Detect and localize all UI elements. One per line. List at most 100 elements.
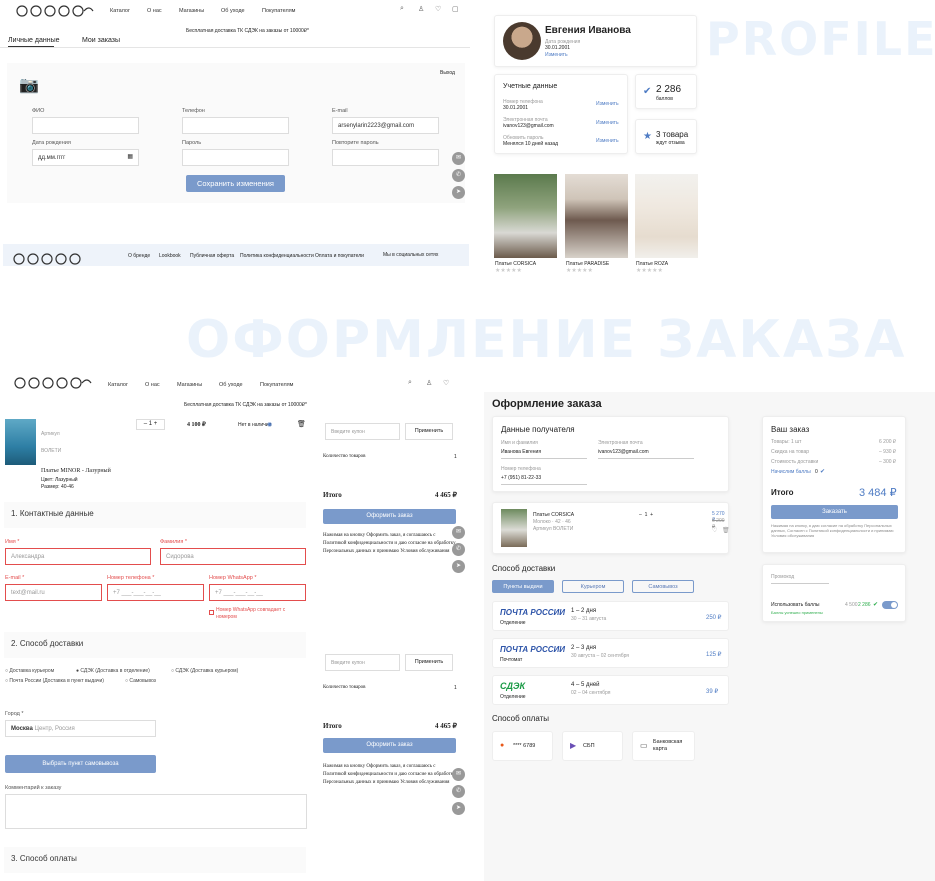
logout-link[interactable]: Выход <box>440 70 455 76</box>
tab-courier[interactable]: Курьером <box>562 580 624 593</box>
search-icon[interactable]: ⌕ <box>408 379 412 387</box>
change-phone-link[interactable]: Изменить <box>596 101 619 107</box>
nav-shops[interactable]: Магазины <box>177 382 202 388</box>
telegram-icon[interactable]: ➤ <box>452 186 465 199</box>
place-order-button[interactable]: Оформить заказ <box>323 738 456 753</box>
delivery-option[interactable]: ○ Самовывоз <box>125 678 156 684</box>
coupon-input[interactable]: Введите купон <box>325 423 400 440</box>
cart-item-name[interactable]: Платье MINOR - Лазурный <box>41 468 111 474</box>
product-image[interactable] <box>635 174 698 258</box>
user-icon[interactable]: ♙ <box>426 379 432 387</box>
rating-stars[interactable]: ★★★★★ <box>566 267 593 274</box>
delivery-option[interactable]: ○ Доставка курьером <box>5 668 54 674</box>
repeat-input[interactable] <box>332 149 439 166</box>
footer-logo[interactable] <box>11 252 91 266</box>
order-button[interactable]: Заказать <box>771 505 898 519</box>
chat-icon[interactable]: ✉ <box>452 768 465 781</box>
reviews-card[interactable]: ★ 3 товара ждут отзыва <box>635 119 697 154</box>
phone-input[interactable] <box>182 117 289 134</box>
heart-icon[interactable]: ♡ <box>712 527 717 534</box>
product-tile[interactable]: Платье ROZA ★★★★★ <box>635 174 698 276</box>
qty-stepper[interactable]: – 1 + <box>639 512 653 518</box>
apply-coupon-button[interactable]: Применить <box>405 423 453 440</box>
city-input[interactable]: Москва Центр, Россия <box>5 720 156 737</box>
rating-stars[interactable]: ★★★★★ <box>636 267 663 274</box>
first-name-input[interactable]: Александра <box>5 548 151 565</box>
whatsapp-same-checkbox[interactable] <box>209 610 214 615</box>
cart-item-image[interactable] <box>5 419 36 465</box>
whatsapp-icon[interactable]: ✆ <box>452 785 465 798</box>
product-image[interactable] <box>494 174 557 258</box>
telegram-icon[interactable]: ➤ <box>452 560 465 573</box>
nav-care[interactable]: Об уходе <box>219 382 243 388</box>
footer-link-offer[interactable]: Публичная оферта <box>190 253 234 259</box>
chat-icon[interactable]: ✉ <box>452 152 465 165</box>
whatsapp-icon[interactable]: ✆ <box>452 543 465 556</box>
password-input[interactable] <box>182 149 289 166</box>
nav-care[interactable]: Об уходе <box>221 8 245 14</box>
birth-input[interactable]: дд.мм.гггг ▦ <box>32 149 139 166</box>
delivery-option[interactable]: ○ Почта России (Доставка в пункт выдачи) <box>5 678 104 684</box>
pay-card[interactable]: ● **** 6789 <box>492 731 553 761</box>
whatsapp-same-label[interactable]: Номер WhatsApp совпадает с номером <box>216 607 302 621</box>
telegram-icon[interactable]: ➤ <box>452 802 465 815</box>
qty-plus-button[interactable]: + <box>650 512 653 518</box>
camera-icon[interactable]: 📷 <box>19 75 39 95</box>
footer-link-lookbook[interactable]: Lookbook <box>159 253 181 259</box>
recipient-name-field[interactable]: Иванова Евгения <box>501 449 587 459</box>
heart-icon[interactable]: ♡ <box>435 5 441 13</box>
product-tile[interactable]: Платье CORSICA ★★★★★ <box>494 174 557 276</box>
user-icon[interactable]: ♙ <box>418 5 424 13</box>
footer-link-privacy[interactable]: Политика конфиденциальности <box>240 253 314 259</box>
recipient-email-field[interactable]: ivanov123@gmail.com <box>598 449 694 459</box>
qty-minus-button[interactable]: – <box>639 512 642 518</box>
footer-link-payment[interactable]: Оплата и покупатели <box>315 253 364 259</box>
whatsapp-input[interactable]: +7 ___-___-__-__ <box>209 584 306 601</box>
tab-orders[interactable]: Мои заказы <box>82 37 120 44</box>
email-input[interactable]: arsenylarin2223@gmail.com <box>332 117 439 134</box>
phone-input[interactable]: +7 ___-___-__-__ <box>107 584 204 601</box>
email-input[interactable]: text@mail.ru <box>5 584 102 601</box>
pay-bank-card[interactable]: ▭ Банковская карта <box>632 731 695 761</box>
brand-logo[interactable] <box>12 376 92 390</box>
points-toggle[interactable] <box>882 601 898 609</box>
save-button[interactable]: Сохранить изменения <box>186 175 285 192</box>
chat-icon[interactable]: ✉ <box>452 526 465 539</box>
recipient-phone-field[interactable]: +7 (951) 81-22-33 <box>501 475 587 485</box>
change-pass-link[interactable]: Изменить <box>596 138 619 144</box>
qty-stepper[interactable]: – 1 + <box>136 419 165 430</box>
nav-about[interactable]: О нас <box>145 382 160 388</box>
tab-pickup-points[interactable]: Пункты выдачи <box>492 580 554 593</box>
nav-about[interactable]: О нас <box>147 8 162 14</box>
fio-input[interactable] <box>32 117 139 134</box>
shipping-option[interactable]: ПОЧТА РОССИИ Почтомат 2 – 3 дня 30 авгус… <box>492 638 729 668</box>
nav-buyers[interactable]: Покупателям <box>260 382 293 388</box>
cart-item-image[interactable] <box>501 509 527 547</box>
bag-icon[interactable]: ▢ <box>452 5 459 13</box>
trash-icon[interactable]: 🗑 <box>297 420 306 428</box>
qty-minus-button[interactable]: – <box>144 421 147 427</box>
avatar[interactable] <box>503 22 541 60</box>
shipping-option[interactable]: ПОЧТА РОССИИ Отделение 1 – 2 дня 30 – 31… <box>492 601 729 631</box>
nav-buyers[interactable]: Покупателям <box>262 8 295 14</box>
choose-pickup-button[interactable]: Выбрать пункт самовывоза <box>5 755 156 773</box>
change-email-link[interactable]: Изменить <box>596 120 619 126</box>
last-name-input[interactable]: Сидорова <box>160 548 306 565</box>
delivery-option[interactable]: ● СДЭК (Доставка в отделение) <box>76 668 150 674</box>
heart-icon[interactable]: ♡ <box>443 379 449 387</box>
tab-self-pickup[interactable]: Самовывоз <box>632 580 694 593</box>
rating-stars[interactable]: ★★★★★ <box>495 267 522 274</box>
comment-textarea[interactable] <box>5 794 307 829</box>
brand-logo[interactable] <box>14 4 94 18</box>
trash-icon[interactable]: 🗑 <box>722 527 730 534</box>
calendar-icon[interactable]: ▦ <box>127 153 133 160</box>
promo-code-input[interactable]: Промокод <box>771 574 829 584</box>
nav-catalog[interactable]: Каталог <box>110 8 130 14</box>
coupon-input[interactable]: Введите купон <box>325 654 400 671</box>
whatsapp-icon[interactable]: ✆ <box>452 169 465 182</box>
nav-catalog[interactable]: Каталог <box>108 382 128 388</box>
pay-sbp[interactable]: ▶ СБП <box>562 731 623 761</box>
tab-personal[interactable]: Личные данные <box>8 37 60 44</box>
edit-profile-link[interactable]: Изменить <box>545 52 568 58</box>
product-image[interactable] <box>565 174 628 258</box>
